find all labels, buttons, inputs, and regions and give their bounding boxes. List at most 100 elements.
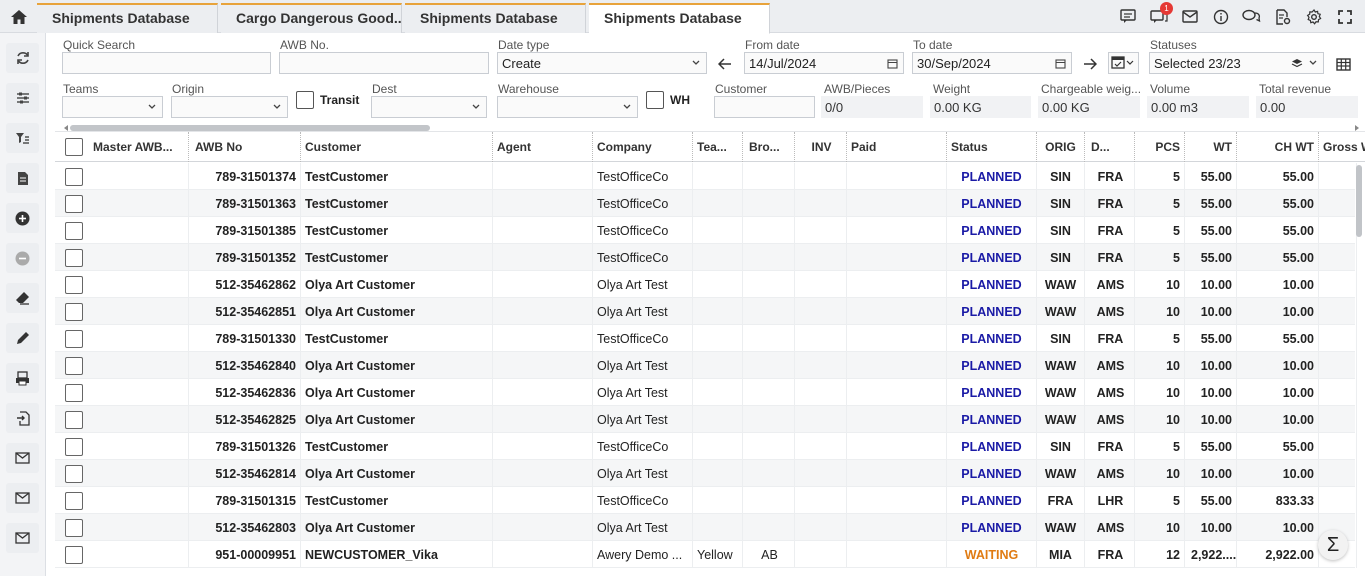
col-company[interactable]: Company xyxy=(591,132,693,162)
next-date-button[interactable] xyxy=(1079,55,1101,73)
row-checkbox[interactable] xyxy=(65,357,83,375)
table-row[interactable]: 512-35462862 Olya Art Customer Olya Art Te… xyxy=(55,271,1357,298)
eraser-button[interactable] xyxy=(6,283,39,313)
row-checkbox[interactable] xyxy=(65,546,83,564)
table-row[interactable]: 789-31501352 TestCustomer TestOfficeCo PLAN… xyxy=(55,244,1357,271)
col-dest[interactable]: D... xyxy=(1085,132,1135,162)
table-row[interactable]: 789-31501330 TestCustomer TestOfficeCo PLAN… xyxy=(55,325,1357,352)
sum-button[interactable]: Σ xyxy=(1318,530,1348,560)
inv-cell xyxy=(795,541,847,568)
document-button[interactable] xyxy=(6,163,39,193)
dest-select[interactable] xyxy=(371,96,487,118)
sliders-button[interactable] xyxy=(6,83,39,113)
customer-input[interactable] xyxy=(714,96,815,118)
message-icon[interactable] xyxy=(1112,9,1143,24)
awb-no-input[interactable] xyxy=(279,52,489,74)
row-checkbox[interactable] xyxy=(65,249,83,267)
table-row[interactable]: 512-35462840 Olya Art Customer Olya Art Te… xyxy=(55,352,1357,379)
tab-cargo-dangerous-goods[interactable]: Cargo Dangerous Good... xyxy=(221,3,402,33)
col-ch-wt[interactable]: CH WT xyxy=(1235,132,1319,162)
transit-checkbox[interactable] xyxy=(296,91,314,109)
tab-shipments-database-1[interactable]: Shipments Database xyxy=(37,3,218,33)
row-checkbox[interactable] xyxy=(65,384,83,402)
document-settings-icon[interactable] xyxy=(1267,8,1298,25)
table-row[interactable]: 512-35462836 Olya Art Customer Olya Art Te… xyxy=(55,379,1357,406)
table-row[interactable]: 789-31501374 TestCustomer TestOfficeCo PLAN… xyxy=(55,163,1357,190)
remove-button[interactable] xyxy=(6,243,39,273)
col-inv[interactable]: INV xyxy=(795,132,847,162)
row-checkbox[interactable] xyxy=(65,519,83,537)
row-checkbox[interactable] xyxy=(65,465,83,483)
to-date-input[interactable]: 30/Sep/2024 xyxy=(912,52,1072,74)
prev-date-button[interactable] xyxy=(714,55,736,73)
select-all-checkbox[interactable] xyxy=(65,138,83,156)
row-checkbox[interactable] xyxy=(65,411,83,429)
master-awb-cell xyxy=(87,352,189,379)
col-pcs[interactable]: PCS xyxy=(1135,132,1185,162)
table-row[interactable]: 789-31501363 TestCustomer TestOfficeCo PLAN… xyxy=(55,190,1357,217)
tab-shipments-database-active[interactable]: Shipments Database xyxy=(589,3,770,34)
col-team[interactable]: Tea... xyxy=(691,132,743,162)
table-row[interactable]: 512-35462825 Olya Art Customer Olya Art Te… xyxy=(55,406,1357,433)
row-checkbox[interactable] xyxy=(65,303,83,321)
statuses-select[interactable]: Selected 23/23 xyxy=(1149,52,1324,74)
filter-horizontal-scrollbar[interactable] xyxy=(64,121,1359,131)
tab-shipments-database-2[interactable]: Shipments Database xyxy=(405,3,586,33)
row-checkbox[interactable] xyxy=(65,276,83,294)
date-type-select[interactable]: Create xyxy=(497,52,707,74)
mail-icon[interactable] xyxy=(1174,10,1205,23)
date-preset-select[interactable] xyxy=(1108,52,1139,74)
quick-search-input[interactable] xyxy=(62,52,271,74)
col-master-awb[interactable]: Master AWB... xyxy=(87,132,189,162)
info-icon[interactable] xyxy=(1205,9,1236,25)
add-button[interactable] xyxy=(6,203,39,233)
table-row[interactable]: 789-31501385 TestCustomer TestOfficeCo PLAN… xyxy=(55,217,1357,244)
col-awb-no[interactable]: AWB No xyxy=(189,132,301,162)
grid-vertical-scrollbar[interactable] xyxy=(1356,165,1362,237)
import-button[interactable] xyxy=(6,403,39,433)
agent-cell xyxy=(491,190,593,217)
pen-icon xyxy=(16,332,29,344)
table-row[interactable]: 512-35462814 Olya Art Customer Olya Art Te… xyxy=(55,460,1357,487)
grid-view-button[interactable] xyxy=(1331,54,1355,74)
col-wt[interactable]: WT xyxy=(1185,132,1237,162)
table-row[interactable]: 512-35462803 Olya Art Customer Olya Art Te… xyxy=(55,514,1357,541)
row-checkbox[interactable] xyxy=(65,438,83,456)
teams-select[interactable] xyxy=(62,96,163,118)
filter-list-button[interactable] xyxy=(6,123,39,153)
mail-button-1[interactable] xyxy=(6,443,39,473)
row-checkbox[interactable] xyxy=(65,492,83,510)
table-row[interactable]: 512-35462851 Olya Art Customer Olya Art Te… xyxy=(55,298,1357,325)
calendar-icon[interactable] xyxy=(1055,58,1066,69)
origin-select[interactable] xyxy=(171,96,288,118)
mail-button-2[interactable] xyxy=(6,483,39,513)
table-row[interactable]: 789-31501315 TestCustomer TestOfficeCo PLAN… xyxy=(55,487,1357,514)
print-button[interactable] xyxy=(6,363,39,393)
col-status[interactable]: Status xyxy=(945,132,1037,162)
table-row[interactable]: 789-31501326 TestCustomer TestOfficeCo PLAN… xyxy=(55,433,1357,460)
wh-checkbox[interactable] xyxy=(646,91,664,109)
conversation-icon[interactable] xyxy=(1236,9,1267,24)
refresh-button[interactable] xyxy=(6,43,39,73)
mail-button-3[interactable] xyxy=(6,523,39,553)
row-checkbox[interactable] xyxy=(65,168,83,186)
row-checkbox[interactable] xyxy=(65,195,83,213)
col-paid[interactable]: Paid xyxy=(845,132,947,162)
edit-button[interactable] xyxy=(6,323,39,353)
col-customer[interactable]: Customer xyxy=(299,132,493,162)
home-button[interactable] xyxy=(0,0,37,33)
col-orig[interactable]: ORIG xyxy=(1035,132,1085,162)
fullscreen-icon[interactable] xyxy=(1329,9,1360,24)
chat-icon[interactable]: 1 xyxy=(1143,2,1174,24)
col-broker[interactable]: Bro... xyxy=(743,132,795,162)
calendar-icon[interactable] xyxy=(887,58,898,69)
col-gross-weight[interactable]: Gross W xyxy=(1317,132,1365,162)
row-checkbox[interactable] xyxy=(65,222,83,240)
gear-icon[interactable] xyxy=(1298,8,1329,25)
from-date-input[interactable]: 14/Jul/2024 xyxy=(744,52,904,74)
warehouse-select[interactable] xyxy=(497,96,638,118)
awb-no-cell: 512-35462836 xyxy=(189,379,301,406)
row-checkbox[interactable] xyxy=(65,330,83,348)
table-row[interactable]: 951-00009951 NEWCUSTOMER_Vika Awery Demo .… xyxy=(55,541,1357,568)
col-agent[interactable]: Agent xyxy=(491,132,593,162)
